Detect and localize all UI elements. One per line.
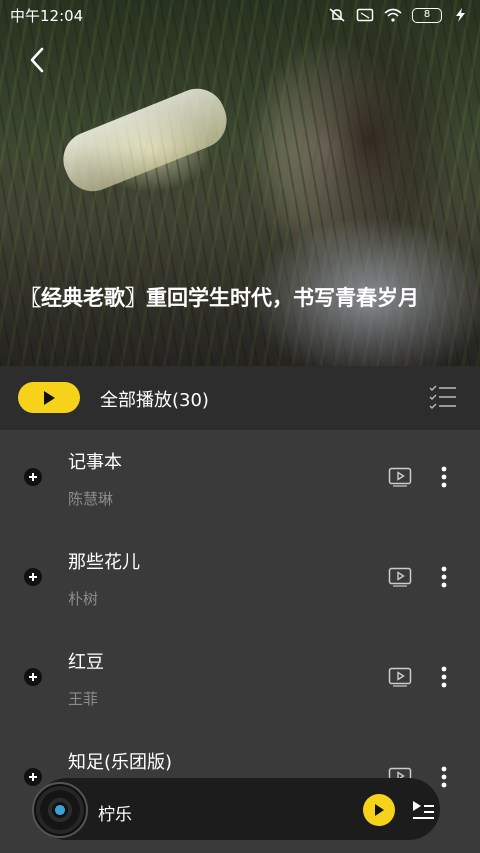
song-name: 记事本 xyxy=(68,452,122,473)
more-vertical-icon[interactable] xyxy=(434,765,454,789)
mute-icon xyxy=(329,8,345,22)
song-list: 记事本 陈慧琳 那些花儿 朴树 红豆 王菲 知足(乐团版) xyxy=(0,430,480,830)
song-name: 那些花儿 xyxy=(68,552,140,573)
charging-icon xyxy=(456,8,465,22)
status-time: 中午12:04 xyxy=(10,6,84,25)
album-disc[interactable] xyxy=(32,782,88,838)
song-row[interactable]: 那些花儿 朴树 xyxy=(0,530,480,630)
song-name: 知足(乐团版) xyxy=(68,752,173,773)
plus-circle-icon[interactable] xyxy=(24,668,42,686)
plus-circle-icon[interactable] xyxy=(24,468,42,486)
plus-circle-icon[interactable] xyxy=(24,768,42,786)
video-icon[interactable] xyxy=(388,567,412,587)
play-icon xyxy=(44,390,55,405)
playlist-icon[interactable] xyxy=(411,797,435,821)
status-icons: 8 xyxy=(328,7,470,23)
play-all-bar: 全部播放(30) xyxy=(0,366,480,430)
mini-play-button[interactable] xyxy=(363,794,395,826)
more-vertical-icon[interactable] xyxy=(434,465,454,489)
plus-circle-icon[interactable] xyxy=(24,568,42,586)
song-artist: 王菲 xyxy=(68,690,99,708)
status-bar: 中午12:04 8 xyxy=(0,0,480,30)
more-vertical-icon[interactable] xyxy=(434,565,454,589)
song-name: 红豆 xyxy=(68,652,104,673)
play-all-label[interactable]: 全部播放(30) xyxy=(100,386,209,412)
video-icon[interactable] xyxy=(388,467,412,487)
song-row[interactable]: 红豆 王菲 xyxy=(0,630,480,730)
song-artist: 朴树 xyxy=(68,590,99,608)
battery-icon: 8 xyxy=(412,7,442,23)
video-icon[interactable] xyxy=(388,667,412,687)
playlist-title: 〖经典老歌〗重回学生时代，书写青春岁月 xyxy=(20,286,419,310)
wifi-icon xyxy=(384,8,402,22)
play-all-button[interactable] xyxy=(18,382,80,413)
back-icon[interactable] xyxy=(24,46,52,74)
mini-player-title[interactable]: 柠乐 xyxy=(98,800,132,825)
play-icon xyxy=(375,804,384,816)
song-artist: 陈慧琳 xyxy=(68,490,114,508)
song-row[interactable]: 记事本 陈慧琳 xyxy=(0,430,480,530)
more-vertical-icon[interactable] xyxy=(434,665,454,689)
checklist-icon[interactable] xyxy=(428,384,458,412)
sim-icon xyxy=(356,8,374,22)
